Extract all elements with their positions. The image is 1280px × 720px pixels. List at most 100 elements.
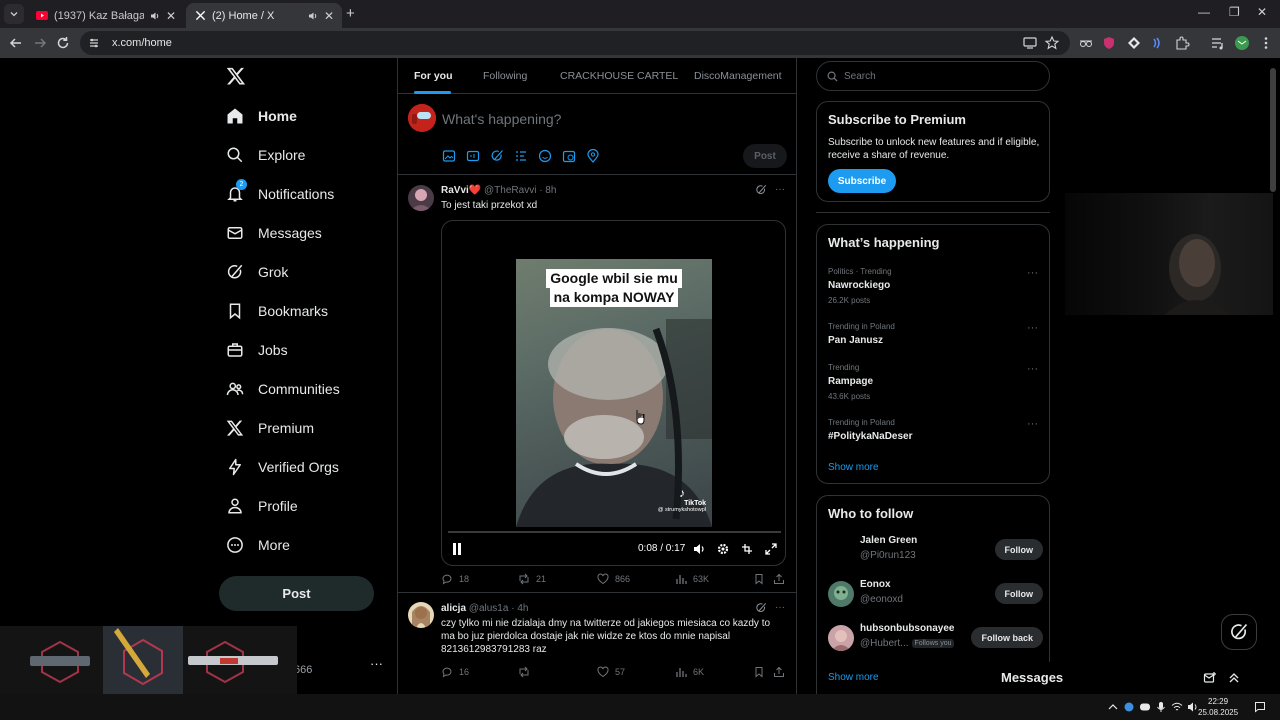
show-more-link[interactable]: Show more bbox=[828, 672, 879, 683]
nav-item-jobs[interactable]: Jobs bbox=[226, 335, 288, 365]
bookmark-button[interactable] bbox=[753, 666, 771, 678]
tweet-author-handle[interactable]: @TheRavvi bbox=[484, 185, 536, 196]
browser-menu-icon[interactable] bbox=[1258, 35, 1274, 51]
search-input[interactable]: Search bbox=[816, 61, 1050, 91]
follow-back-button[interactable]: Follow back bbox=[971, 627, 1043, 648]
reload-icon[interactable] bbox=[55, 35, 71, 51]
back-icon[interactable] bbox=[8, 35, 24, 51]
browser-tab-youtube[interactable]: (1937) Kaz Bałagane "Jutro ✕ bbox=[28, 3, 184, 28]
picture-in-picture-icon[interactable] bbox=[741, 543, 753, 555]
composer-input[interactable]: What's happening? bbox=[442, 111, 561, 127]
image-icon[interactable] bbox=[442, 149, 456, 163]
minimize-icon[interactable]: — bbox=[1198, 5, 1210, 19]
gif-icon[interactable] bbox=[466, 149, 480, 163]
page-scrollbar[interactable] bbox=[1270, 68, 1276, 192]
incognito-extension-icon[interactable] bbox=[1078, 35, 1094, 51]
follow-suggestion[interactable]: Eonox @eonoxd Follow bbox=[828, 579, 1043, 609]
post-button[interactable]: Post bbox=[219, 576, 374, 611]
install-app-icon[interactable] bbox=[1022, 35, 1038, 51]
follow-suggestion[interactable]: hubsonbubsonayee @Hubert... Follows you F… bbox=[828, 623, 1043, 653]
wifi-icon[interactable] bbox=[1171, 701, 1183, 713]
tab-following[interactable]: Following bbox=[483, 70, 527, 82]
chevron-up-icon[interactable] bbox=[1227, 671, 1241, 685]
settings-gear-icon[interactable] bbox=[717, 543, 729, 555]
more-icon[interactable]: ··· bbox=[1027, 363, 1038, 375]
composer-post-button[interactable]: Post bbox=[743, 144, 787, 168]
profile-avatar-icon[interactable] bbox=[1234, 35, 1250, 51]
nav-item-communities[interactable]: Communities bbox=[226, 374, 340, 404]
audio-extension-icon[interactable] bbox=[1149, 35, 1165, 51]
repost-button[interactable] bbox=[518, 666, 536, 678]
schedule-icon[interactable] bbox=[562, 149, 576, 163]
like-button[interactable]: 57 bbox=[597, 666, 625, 678]
avatar[interactable] bbox=[828, 625, 854, 651]
messages-drawer[interactable]: Messages bbox=[984, 662, 1254, 694]
x-logo-icon[interactable] bbox=[226, 66, 246, 86]
follow-button[interactable]: Follow bbox=[994, 539, 1043, 560]
diamond-extension-icon[interactable] bbox=[1126, 35, 1142, 51]
nav-item-home[interactable]: Home bbox=[226, 101, 297, 131]
trend-item[interactable]: Trending in Poland #PolitykaNaDeser ··· bbox=[828, 418, 1038, 442]
nav-item-verified-orgs[interactable]: Verified Orgs bbox=[226, 452, 339, 482]
nav-item-grok[interactable]: Grok bbox=[226, 257, 288, 287]
video-player[interactable]: Google wbil sie mu na kompa NOWAY ♪ TikT… bbox=[441, 220, 786, 566]
tweet[interactable]: alicja @alus1a · 4h ··· czy tylko mi nie… bbox=[398, 593, 796, 694]
tab-for-you[interactable]: For you bbox=[414, 70, 453, 82]
reply-button[interactable]: 18 bbox=[441, 573, 469, 585]
volume-icon[interactable] bbox=[693, 543, 706, 555]
discord-icon[interactable] bbox=[1139, 701, 1151, 713]
new-tab-button[interactable]: + bbox=[346, 5, 355, 22]
show-more-link[interactable]: Show more bbox=[828, 462, 879, 473]
follow-button[interactable]: Follow bbox=[994, 583, 1043, 604]
share-button[interactable] bbox=[773, 666, 791, 678]
nav-item-messages[interactable]: Messages bbox=[226, 218, 322, 248]
notification-center-icon[interactable] bbox=[1254, 701, 1266, 713]
browser-tab-x[interactable]: (2) Home / X ✕ bbox=[186, 3, 342, 28]
subscribe-button[interactable]: Subscribe bbox=[828, 169, 896, 193]
nav-item-more[interactable]: More bbox=[226, 530, 290, 560]
chevron-up-icon[interactable] bbox=[1107, 701, 1119, 713]
close-tab-icon[interactable]: ✕ bbox=[166, 9, 176, 23]
tweet[interactable]: RaVvi❤️ @TheRavvi · 8h ··· To jest taki … bbox=[398, 175, 796, 593]
trend-item[interactable]: Trending Rampage 43.6K posts ··· bbox=[828, 363, 1038, 401]
tweet-time[interactable]: · 4h bbox=[511, 603, 528, 614]
close-window-icon[interactable]: ✕ bbox=[1257, 5, 1267, 19]
tweet-author-name[interactable]: alicja bbox=[441, 603, 466, 614]
repost-button[interactable]: 21 bbox=[518, 573, 546, 585]
pause-icon[interactable] bbox=[452, 543, 462, 555]
trend-item[interactable]: Trending in Poland Pan Janusz ··· bbox=[828, 322, 1038, 346]
nav-item-bookmarks[interactable]: Bookmarks bbox=[226, 296, 328, 326]
close-tab-icon[interactable]: ✕ bbox=[324, 9, 334, 23]
emoji-icon[interactable] bbox=[538, 149, 552, 163]
views-button[interactable]: 63K bbox=[675, 573, 709, 585]
bookmark-button[interactable] bbox=[753, 573, 771, 585]
tweet-time[interactable]: · 8h bbox=[539, 185, 556, 196]
follow-suggestion[interactable]: Jalen Green @Pi0run123 Follow bbox=[828, 535, 1043, 565]
speaker-icon[interactable] bbox=[150, 11, 160, 21]
speaker-icon[interactable] bbox=[308, 11, 318, 21]
tab-search-button[interactable] bbox=[4, 4, 24, 24]
grok-icon[interactable] bbox=[490, 149, 504, 163]
media-control-icon[interactable] bbox=[1210, 35, 1226, 51]
bookmark-star-icon[interactable] bbox=[1044, 35, 1060, 51]
avatar[interactable] bbox=[828, 581, 854, 607]
nav-item-explore[interactable]: Explore bbox=[226, 140, 305, 170]
nav-item-notifications[interactable]: 2 Notifications bbox=[226, 179, 334, 209]
tab-crackhouse-cartel[interactable]: CRACKHOUSE CARTEL bbox=[560, 70, 678, 82]
system-clock[interactable]: 22:29 25.08.2025 bbox=[1198, 696, 1238, 718]
shield-extension-icon[interactable] bbox=[1101, 35, 1117, 51]
grok-icon[interactable] bbox=[755, 602, 767, 614]
tweet-author-handle[interactable]: @alus1a bbox=[469, 603, 509, 614]
avatar[interactable] bbox=[408, 185, 434, 211]
avatar[interactable] bbox=[408, 602, 434, 628]
new-message-icon[interactable] bbox=[1203, 671, 1217, 685]
reply-button[interactable]: 16 bbox=[441, 666, 469, 678]
grok-button[interactable] bbox=[1221, 614, 1257, 650]
forward-icon[interactable] bbox=[32, 35, 48, 51]
views-button[interactable]: 6K bbox=[675, 666, 704, 678]
tweet-author-name[interactable]: RaVvi❤️ bbox=[441, 185, 481, 196]
site-info-icon[interactable] bbox=[88, 37, 100, 49]
like-button[interactable]: 866 bbox=[597, 573, 630, 585]
location-icon[interactable] bbox=[586, 149, 600, 163]
extensions-puzzle-icon[interactable] bbox=[1174, 35, 1190, 51]
